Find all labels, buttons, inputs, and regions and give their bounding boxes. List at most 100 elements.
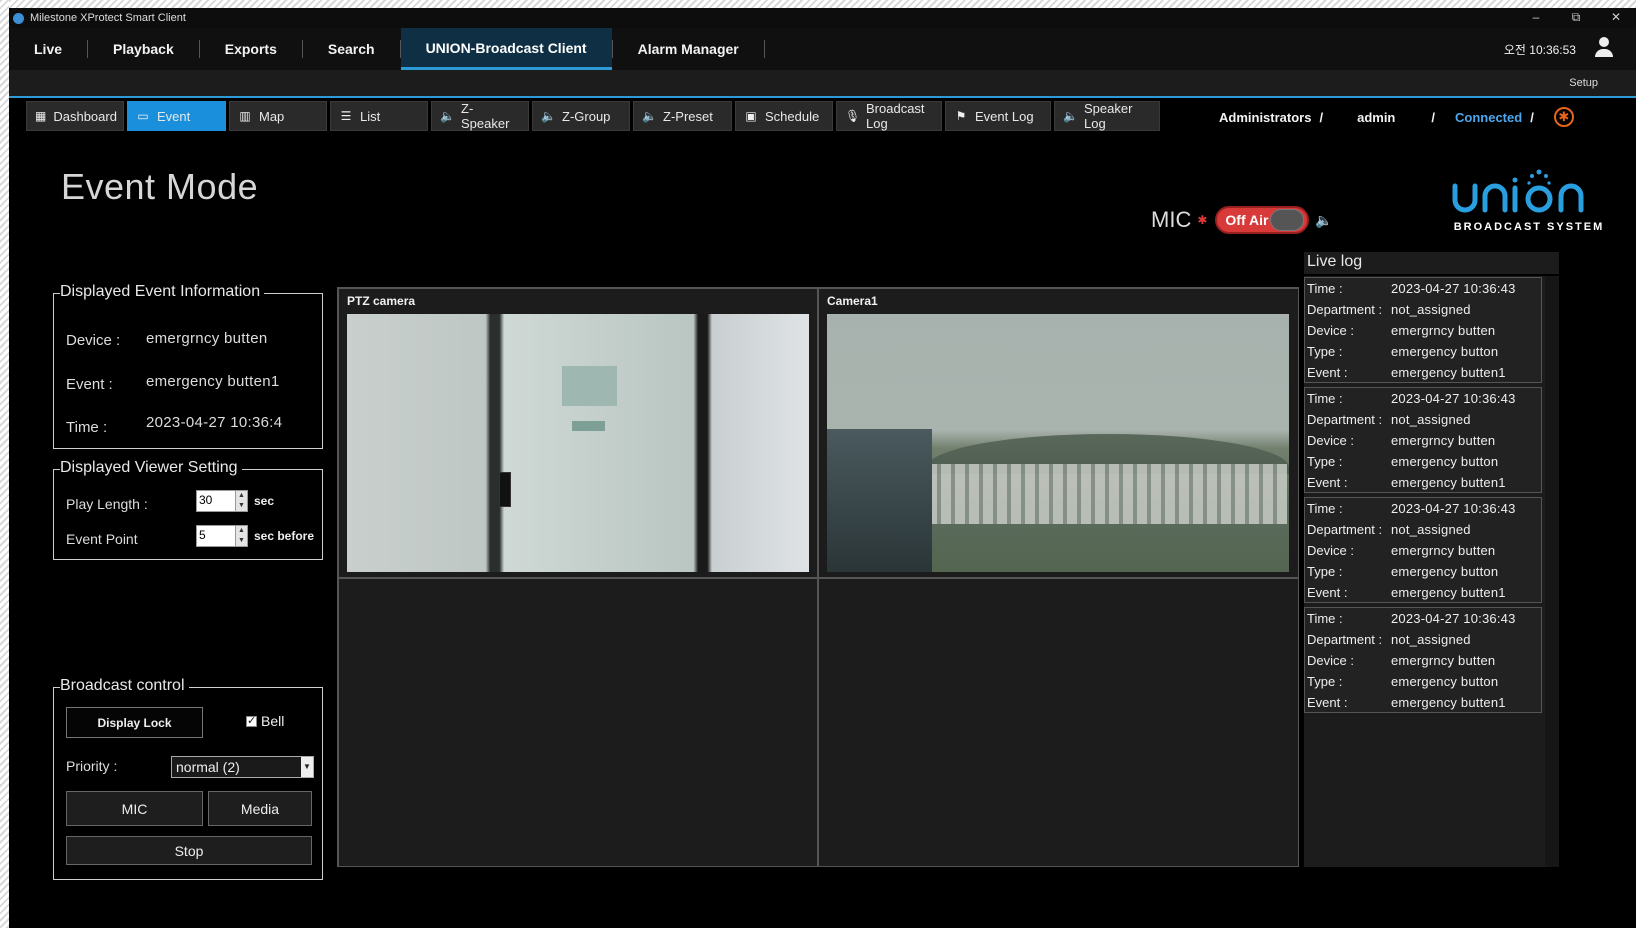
- log-time-value: 2023-04-27 10:36:43: [1391, 391, 1516, 406]
- camera-view-ptz[interactable]: PTZ camera: [338, 288, 818, 578]
- tab-label: Broadcast Log: [866, 101, 925, 131]
- tab-event[interactable]: ▭ Event: [127, 101, 226, 131]
- camera-view-empty[interactable]: [818, 578, 1299, 867]
- tab-label: Schedule: [765, 108, 820, 124]
- logo-subtitle: BROADCAST SYSTEM: [1453, 221, 1605, 233]
- play-length-stepper[interactable]: 30 ▲ ▼: [196, 490, 248, 512]
- tab-speaker-log[interactable]: 🔈 Speaker Log: [1054, 101, 1160, 131]
- log-entry[interactable]: Time : 2023-04-27 10:36:43 Department : not…: [1304, 607, 1542, 713]
- chevron-down-icon[interactable]: ▼: [301, 757, 313, 777]
- username: admin: [1357, 109, 1396, 125]
- tab-label: Z-Group: [562, 108, 611, 124]
- broadcast-control-legend: Broadcast control: [60, 677, 189, 695]
- event-log-icon: ⚑: [955, 109, 967, 123]
- tab-schedule[interactable]: ▣ Schedule: [735, 101, 833, 131]
- session-status: Administrators / admin / Connected / ✱: [1219, 107, 1574, 127]
- log-time-value: 2023-04-27 10:36:43: [1391, 501, 1516, 516]
- display-lock-button[interactable]: Display Lock: [66, 707, 203, 738]
- mic-control: MIC ✱ Off Air 🔈: [1151, 206, 1333, 234]
- tab-label: List: [360, 108, 381, 124]
- priority-value: normal (2): [176, 759, 240, 775]
- log-device-label: Device :: [1307, 653, 1354, 668]
- tab-exports[interactable]: Exports: [200, 28, 302, 70]
- tab-live[interactable]: Live: [9, 28, 87, 70]
- camera-grid: PTZ camera Camera1: [337, 287, 1299, 867]
- tab-label: Event: [157, 108, 191, 124]
- speaker-log-icon: 🔈: [1063, 109, 1078, 123]
- time-label: Time :: [66, 419, 108, 436]
- stop-button[interactable]: Stop: [66, 836, 312, 865]
- tab-z-group[interactable]: 🔈 Z-Group: [532, 101, 630, 131]
- tab-playback[interactable]: Playback: [88, 28, 199, 70]
- device-value: emergrncy butten: [146, 330, 268, 347]
- tab-dashboard[interactable]: ▦ Dashboard: [26, 101, 124, 131]
- window-controls: – ⧉ ✕: [1516, 8, 1636, 28]
- maximize-button[interactable]: ⧉: [1556, 8, 1596, 28]
- minimize-button[interactable]: –: [1516, 8, 1556, 28]
- setup-button[interactable]: Setup: [1569, 77, 1598, 89]
- stepper-arrows[interactable]: ▲ ▼: [235, 526, 247, 546]
- media-button[interactable]: Media: [208, 791, 312, 826]
- app-window: Milestone XProtect Smart Client – ⧉ ✕ Li…: [9, 8, 1636, 928]
- tab-label: Z-Preset: [663, 108, 713, 124]
- clock: 오전 10:36:53: [1503, 43, 1576, 57]
- camera-view-camera1[interactable]: Camera1: [818, 288, 1299, 578]
- log-department-label: Department :: [1307, 522, 1383, 537]
- tab-map[interactable]: ▥ Map: [229, 101, 327, 131]
- tab-z-preset[interactable]: 🔈 Z-Preset: [633, 101, 732, 131]
- mic-button[interactable]: MIC: [66, 791, 203, 826]
- tab-label: Speaker Log: [1084, 101, 1133, 131]
- priority-select[interactable]: normal (2) ▼: [171, 756, 314, 778]
- log-entry[interactable]: Time : 2023-04-27 10:36:43 Department : not…: [1304, 387, 1542, 493]
- tab-list[interactable]: ☰ List: [330, 101, 428, 131]
- tab-z-speaker[interactable]: 🔈 Z-Speaker: [431, 101, 529, 131]
- log-event-value: emergency butten1: [1391, 365, 1506, 380]
- tab-label: Event Log: [975, 108, 1034, 124]
- event-point-value[interactable]: 5: [197, 526, 235, 546]
- scrollbar[interactable]: [1545, 276, 1559, 867]
- alert-icon[interactable]: ✱: [1553, 107, 1574, 127]
- log-entry[interactable]: Time : 2023-04-27 10:36:43 Department : not…: [1304, 497, 1542, 603]
- separator: /: [1431, 109, 1436, 125]
- camera-view-empty[interactable]: [338, 578, 818, 867]
- main-nav: Live Playback Exports Search UNION-Broad…: [9, 28, 1636, 70]
- tab-event-log[interactable]: ⚑ Event Log: [945, 101, 1051, 131]
- priority-label: Priority :: [66, 758, 118, 774]
- event-info-panel: Displayed Event Information Device : eme…: [53, 283, 323, 449]
- live-log-list[interactable]: Time : 2023-04-27 10:36:43 Department : not…: [1304, 276, 1559, 867]
- broadcast-log-icon: 🎙: [845, 109, 861, 123]
- on-air-toggle[interactable]: Off Air: [1215, 206, 1310, 234]
- checkbox-icon[interactable]: [246, 714, 257, 727]
- tab-union-broadcast-client[interactable]: UNION-Broadcast Client: [400, 28, 612, 70]
- user-icon[interactable]: [1594, 37, 1614, 59]
- log-event-label: Event :: [1307, 365, 1348, 380]
- viewer-setting-legend: Displayed Viewer Setting: [60, 459, 242, 477]
- camera-feed[interactable]: [347, 314, 809, 572]
- tab-broadcast-log[interactable]: 🎙 Broadcast Log: [836, 101, 942, 131]
- separator: /: [1319, 109, 1324, 125]
- event-point-stepper[interactable]: 5 ▲ ▼: [196, 525, 248, 547]
- play-length-value[interactable]: 30: [197, 491, 235, 511]
- tab-search[interactable]: Search: [303, 28, 400, 70]
- event-point-label: Event Point: [66, 531, 138, 547]
- close-button[interactable]: ✕: [1596, 8, 1636, 28]
- bell-checkbox[interactable]: Bell: [246, 713, 284, 729]
- stepper-arrows[interactable]: ▲ ▼: [235, 491, 247, 511]
- tab-label: Map: [259, 108, 285, 124]
- separator: /: [1530, 109, 1534, 125]
- log-type-label: Type :: [1307, 344, 1343, 359]
- log-type-value: emergency button: [1391, 344, 1499, 359]
- log-entry[interactable]: Time : 2023-04-27 10:36:43 Department : not…: [1304, 277, 1542, 383]
- bell-label: Bell: [261, 713, 285, 729]
- on-air-label: Off Air: [1225, 212, 1269, 228]
- log-department-value: not_assigned: [1391, 522, 1471, 537]
- log-device-label: Device :: [1307, 323, 1354, 338]
- log-event-value: emergency butten1: [1391, 695, 1506, 710]
- log-time-value: 2023-04-27 10:36:43: [1391, 611, 1516, 626]
- log-department-value: not_assigned: [1391, 302, 1471, 317]
- log-type-value: emergency button: [1391, 564, 1499, 579]
- camera-feed[interactable]: [827, 314, 1289, 572]
- log-device-value: emergrncy butten: [1391, 433, 1496, 448]
- play-length-label: Play Length :: [66, 496, 148, 512]
- tab-alarm-manager[interactable]: Alarm Manager: [613, 28, 764, 70]
